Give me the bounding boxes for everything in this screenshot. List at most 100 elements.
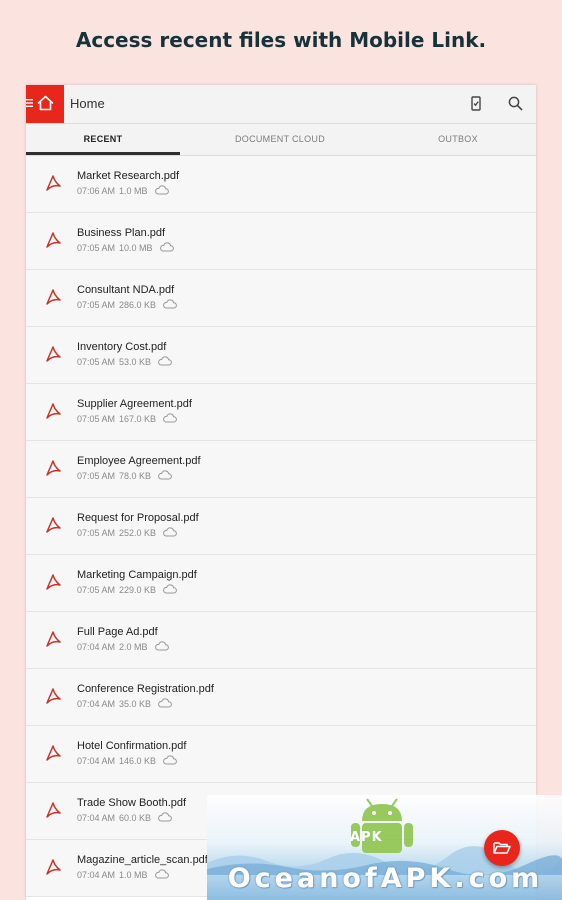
cloud-icon[interactable] [159, 242, 174, 254]
cloud-icon[interactable] [154, 185, 169, 197]
pdf-file-icon [44, 858, 62, 881]
pdf-file-icon [44, 288, 62, 311]
search-icon[interactable] [508, 96, 523, 111]
house-icon [37, 95, 54, 111]
file-size: 146.0 KB [119, 756, 157, 767]
file-size: 252.0 KB [119, 528, 157, 539]
file-meta: 07:05 AM 286.0 KB [77, 299, 181, 312]
file-time: 07:05 AM [77, 471, 116, 482]
file-meta: 07:05 AM 252.0 KB [77, 527, 181, 540]
file-time: 07:05 AM [77, 528, 116, 539]
file-name: Trade Show Booth.pdf [77, 797, 187, 809]
file-meta: 07:05 AM 78.0 KB [77, 470, 176, 483]
pdf-file-icon [44, 174, 62, 197]
file-meta: 07:05 AM 167.0 KB [77, 413, 181, 426]
pdf-file-icon [44, 687, 62, 710]
file-meta: 07:04 AM 60.0 KB [77, 812, 176, 825]
file-meta: 07:04 AM 35.0 KB [77, 698, 176, 711]
cloud-icon[interactable] [162, 527, 177, 539]
file-row[interactable]: Request for Proposal.pdf 07:05 AM 252.0 KB [26, 498, 536, 555]
file-size: 78.0 KB [119, 471, 152, 482]
file-row[interactable]: Employee Agreement.pdf 07:05 AM 78.0 KB [26, 441, 536, 498]
cloud-icon[interactable] [157, 812, 172, 824]
file-meta: 07:04 AM 1.0 MB [77, 869, 173, 882]
cloud-icon[interactable] [162, 413, 177, 425]
file-size: 2.0 MB [119, 642, 148, 653]
open-folder-icon [493, 842, 511, 854]
file-time: 07:05 AM [77, 414, 116, 425]
cloud-icon[interactable] [154, 641, 169, 653]
file-name: Market Research.pdf [77, 170, 180, 182]
watermark-badge: APK [350, 830, 383, 845]
file-time: 07:04 AM [77, 756, 116, 767]
file-name: Request for Proposal.pdf [77, 512, 199, 524]
cloud-icon[interactable] [157, 470, 172, 482]
pdf-file-icon [44, 573, 62, 596]
page-title: Home [70, 96, 105, 111]
file-row[interactable]: Full Page Ad.pdf 07:04 AM 2.0 MB [26, 612, 536, 669]
file-name: Inventory Cost.pdf [77, 341, 167, 353]
file-row[interactable]: Marketing Campaign.pdf 07:05 AM 229.0 KB [26, 555, 536, 612]
file-meta: 07:05 AM 53.0 KB [77, 356, 176, 369]
file-row[interactable]: Conference Registration.pdf 07:04 AM 35.0 … [26, 669, 536, 726]
cloud-icon[interactable] [162, 299, 177, 311]
cloud-icon[interactable] [157, 698, 172, 710]
active-tab-indicator [26, 152, 180, 155]
file-name: Magazine_article_scan.pdf [77, 854, 208, 866]
file-size: 35.0 KB [119, 699, 152, 710]
promo-headline: Access recent files with Mobile Link. [75, 28, 487, 52]
file-name: Business Plan.pdf [77, 227, 166, 239]
file-row[interactable]: Business Plan.pdf 07:05 AM 10.0 MB [26, 213, 536, 270]
pdf-file-icon [44, 516, 62, 539]
file-time: 07:04 AM [77, 870, 116, 881]
cloud-icon[interactable] [162, 584, 177, 596]
cloud-icon[interactable] [162, 755, 177, 767]
file-meta: 07:04 AM 2.0 MB [77, 641, 173, 654]
file-row[interactable]: Inventory Cost.pdf 07:05 AM 53.0 KB [26, 327, 536, 384]
file-time: 07:04 AM [77, 813, 116, 824]
file-time: 07:05 AM [77, 585, 116, 596]
file-meta: 07:04 AM 146.0 KB [77, 755, 181, 768]
file-name: Hotel Confirmation.pdf [77, 740, 187, 752]
pdf-file-icon [44, 630, 62, 653]
pdf-file-icon [44, 459, 62, 482]
home-button[interactable] [26, 85, 64, 123]
tab-bar: RECENT DOCUMENT CLOUD OUTBOX [26, 124, 536, 156]
file-row[interactable]: Consultant NDA.pdf 07:05 AM 286.0 KB [26, 270, 536, 327]
pdf-file-icon [44, 402, 62, 425]
file-time: 07:05 AM [77, 357, 116, 368]
pdf-file-icon [44, 744, 62, 767]
tab-outbox[interactable]: OUTBOX [380, 124, 536, 155]
app-bar: Home [26, 85, 536, 124]
file-time: 07:04 AM [77, 642, 116, 653]
tab-document-cloud[interactable]: DOCUMENT CLOUD [180, 124, 380, 155]
file-name: Conference Registration.pdf [77, 683, 214, 695]
file-row[interactable]: Hotel Confirmation.pdf 07:04 AM 146.0 KB [26, 726, 536, 783]
file-size: 167.0 KB [119, 414, 157, 425]
recent-files-list: Market Research.pdf 07:06 AM 1.0 MB Busines… [26, 156, 536, 897]
file-meta: 07:06 AM 1.0 MB [77, 185, 173, 198]
cloud-icon[interactable] [154, 869, 169, 881]
pdf-file-icon [44, 345, 62, 368]
file-name: Supplier Agreement.pdf [77, 398, 192, 410]
mobile-link-icon[interactable] [470, 96, 482, 111]
file-name: Employee Agreement.pdf [77, 455, 201, 467]
file-time: 07:05 AM [77, 243, 116, 254]
menu-icon[interactable] [26, 99, 33, 107]
file-size: 10.0 MB [119, 243, 153, 254]
file-size: 229.0 KB [119, 585, 157, 596]
file-size: 53.0 KB [119, 357, 152, 368]
file-size: 286.0 KB [119, 300, 157, 311]
watermark-text: OceanofAPK.com [227, 863, 544, 894]
pdf-file-icon [44, 231, 62, 254]
file-name: Marketing Campaign.pdf [77, 569, 197, 581]
file-row[interactable]: Supplier Agreement.pdf 07:05 AM 167.0 KB [26, 384, 536, 441]
file-name: Full Page Ad.pdf [77, 626, 158, 638]
tab-recent[interactable]: RECENT [26, 124, 180, 155]
file-meta: 07:05 AM 229.0 KB [77, 584, 181, 597]
file-time: 07:04 AM [77, 699, 116, 710]
file-size: 60.0 KB [119, 813, 152, 824]
open-file-fab[interactable] [484, 830, 520, 866]
cloud-icon[interactable] [157, 356, 172, 368]
file-row[interactable]: Market Research.pdf 07:06 AM 1.0 MB [26, 156, 536, 213]
